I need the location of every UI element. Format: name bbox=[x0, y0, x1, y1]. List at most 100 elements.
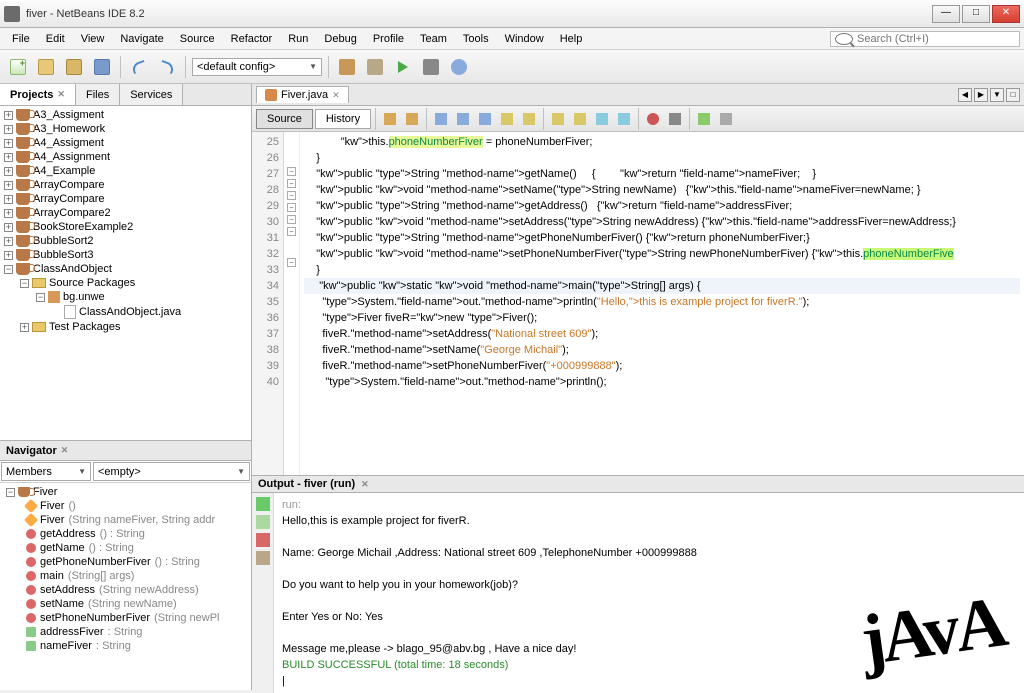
fold-toggle[interactable]: − bbox=[287, 258, 296, 267]
find-prev-button[interactable] bbox=[453, 109, 473, 129]
shift-left-button[interactable] bbox=[592, 109, 612, 129]
member-method[interactable]: setName(String newName) bbox=[2, 597, 249, 611]
close-icon[interactable]: ✕ bbox=[361, 479, 369, 490]
nav-back-button[interactable] bbox=[380, 109, 400, 129]
menu-file[interactable]: File bbox=[4, 30, 38, 48]
output-text[interactable]: run:Hello,this is example project for fi… bbox=[274, 493, 1024, 693]
projects-tree[interactable]: +A3_Assigment+A3_Homework+A4_Assigment+A… bbox=[0, 106, 251, 440]
code-line[interactable]: fiveR."method-name">setName("George Mich… bbox=[304, 342, 1020, 358]
menu-team[interactable]: Team bbox=[412, 30, 455, 48]
code-area[interactable]: "kw">this.phoneNumberFiver = phoneNumber… bbox=[300, 132, 1024, 475]
code-editor[interactable]: 25262728293031323334353637383940 −−−−−−−… bbox=[252, 132, 1024, 475]
code-line[interactable]: } bbox=[304, 262, 1020, 278]
project-node[interactable]: +A3_Homework bbox=[2, 122, 249, 136]
expand-icon[interactable]: + bbox=[4, 139, 13, 148]
code-line[interactable]: "type">System."field-name">out."method-n… bbox=[304, 374, 1020, 390]
editor-tab-fiver[interactable]: Fiver.java ✕ bbox=[256, 86, 349, 103]
close-button[interactable]: ✕ bbox=[992, 5, 1020, 23]
expand-icon[interactable]: + bbox=[4, 251, 13, 260]
fold-toggle[interactable]: − bbox=[287, 167, 296, 176]
expand-icon[interactable]: + bbox=[4, 237, 13, 246]
menu-edit[interactable]: Edit bbox=[38, 30, 73, 48]
prev-bookmark-button[interactable] bbox=[548, 109, 568, 129]
find-selection-button[interactable] bbox=[431, 109, 451, 129]
find-next-button[interactable] bbox=[475, 109, 495, 129]
menu-refactor[interactable]: Refactor bbox=[223, 30, 281, 48]
project-node[interactable]: +ArrayCompare2 bbox=[2, 206, 249, 220]
menu-help[interactable]: Help bbox=[552, 30, 591, 48]
uncomment-button[interactable] bbox=[716, 109, 736, 129]
member-method[interactable]: main(String[] args) bbox=[2, 569, 249, 583]
project-node[interactable]: +A4_Example bbox=[2, 164, 249, 178]
files-tab[interactable]: Files bbox=[76, 84, 120, 105]
code-line[interactable]: } bbox=[304, 150, 1020, 166]
clean-build-button[interactable] bbox=[363, 55, 387, 79]
undo-button[interactable] bbox=[127, 55, 151, 79]
class-node[interactable]: −Fiver bbox=[2, 485, 249, 499]
project-node[interactable]: +ArrayCompare bbox=[2, 192, 249, 206]
code-line[interactable]: "kw">public "type">String "method-name">… bbox=[304, 198, 1020, 214]
code-line[interactable]: fiveR."method-name">setAddress("National… bbox=[304, 326, 1020, 342]
nav-fwd-button[interactable] bbox=[402, 109, 422, 129]
maximize-button[interactable]: □ bbox=[962, 5, 990, 23]
project-node[interactable]: +A3_Assigment bbox=[2, 108, 249, 122]
profile-button[interactable] bbox=[447, 55, 471, 79]
code-line[interactable]: fiveR."method-name">setPhoneNumberFiver(… bbox=[304, 358, 1020, 374]
filter-dropdown[interactable]: <empty> ▼ bbox=[93, 462, 250, 481]
stop-button[interactable] bbox=[256, 533, 270, 547]
member-ctor[interactable]: Fiver() bbox=[2, 499, 249, 513]
expand-icon[interactable]: + bbox=[4, 153, 13, 162]
member-field[interactable]: nameFiver : String bbox=[2, 639, 249, 653]
test-packages-node[interactable]: +Test Packages bbox=[2, 320, 249, 334]
code-line[interactable]: "type">Fiver fiveR="kw">new "type">Fiver… bbox=[304, 310, 1020, 326]
toggle-bookmark-button[interactable] bbox=[519, 109, 539, 129]
expand-icon[interactable]: + bbox=[20, 323, 29, 332]
code-line[interactable]: "type">System."field-name">out."method-n… bbox=[304, 294, 1020, 310]
project-node[interactable]: +BubbleSort3 bbox=[2, 248, 249, 262]
collapse-icon[interactable]: − bbox=[4, 265, 13, 274]
member-method[interactable]: getAddress() : String bbox=[2, 527, 249, 541]
maximize-editor-button[interactable]: □ bbox=[1006, 88, 1020, 102]
search-box[interactable] bbox=[830, 31, 1020, 47]
menu-window[interactable]: Window bbox=[497, 30, 552, 48]
expand-icon[interactable]: + bbox=[4, 209, 13, 218]
prev-editor-button[interactable]: ◀ bbox=[958, 88, 972, 102]
code-line[interactable]: "kw">public "type">String "method-name">… bbox=[304, 230, 1020, 246]
new-file-button[interactable] bbox=[6, 55, 30, 79]
code-line[interactable]: "kw">public "kw">void "method-name">setA… bbox=[304, 214, 1020, 230]
source-packages-node[interactable]: −Source Packages bbox=[2, 276, 249, 290]
services-tab[interactable]: Services bbox=[120, 84, 183, 105]
run-button[interactable] bbox=[391, 55, 415, 79]
next-editor-button[interactable]: ▶ bbox=[974, 88, 988, 102]
menu-navigate[interactable]: Navigate bbox=[112, 30, 171, 48]
collapse-icon[interactable]: − bbox=[20, 279, 29, 288]
collapse-icon[interactable]: − bbox=[36, 293, 45, 302]
code-line[interactable]: "kw">public "kw">void "method-name">setN… bbox=[304, 182, 1020, 198]
menu-run[interactable]: Run bbox=[280, 30, 316, 48]
comment-button[interactable] bbox=[694, 109, 714, 129]
expand-icon[interactable]: + bbox=[4, 111, 13, 120]
member-method[interactable]: getPhoneNumberFiver() : String bbox=[2, 555, 249, 569]
output-settings-button[interactable] bbox=[256, 551, 270, 565]
menu-view[interactable]: View bbox=[73, 30, 113, 48]
toggle-highlight-button[interactable] bbox=[497, 109, 517, 129]
rerun-button[interactable] bbox=[256, 497, 270, 511]
redo-button[interactable] bbox=[155, 55, 179, 79]
history-view-button[interactable]: History bbox=[315, 109, 371, 129]
shift-right-button[interactable] bbox=[614, 109, 634, 129]
expand-icon[interactable]: + bbox=[4, 125, 13, 134]
menu-debug[interactable]: Debug bbox=[316, 30, 364, 48]
collapse-icon[interactable]: − bbox=[6, 488, 15, 497]
macro-stop-button[interactable] bbox=[665, 109, 685, 129]
member-field[interactable]: addressFiver : String bbox=[2, 625, 249, 639]
editor-list-button[interactable]: ▼ bbox=[990, 88, 1004, 102]
project-node[interactable]: +A4_Assigment bbox=[2, 136, 249, 150]
fold-toggle[interactable]: − bbox=[287, 179, 296, 188]
minimize-button[interactable]: — bbox=[932, 5, 960, 23]
fold-toggle[interactable]: − bbox=[287, 227, 296, 236]
close-icon[interactable]: ✕ bbox=[332, 90, 340, 101]
new-project-button[interactable] bbox=[34, 55, 58, 79]
expand-icon[interactable]: + bbox=[4, 167, 13, 176]
project-node[interactable]: +A4_Assignment bbox=[2, 150, 249, 164]
code-line[interactable]: "kw">this.phoneNumberFiver = phoneNumber… bbox=[304, 134, 1020, 150]
